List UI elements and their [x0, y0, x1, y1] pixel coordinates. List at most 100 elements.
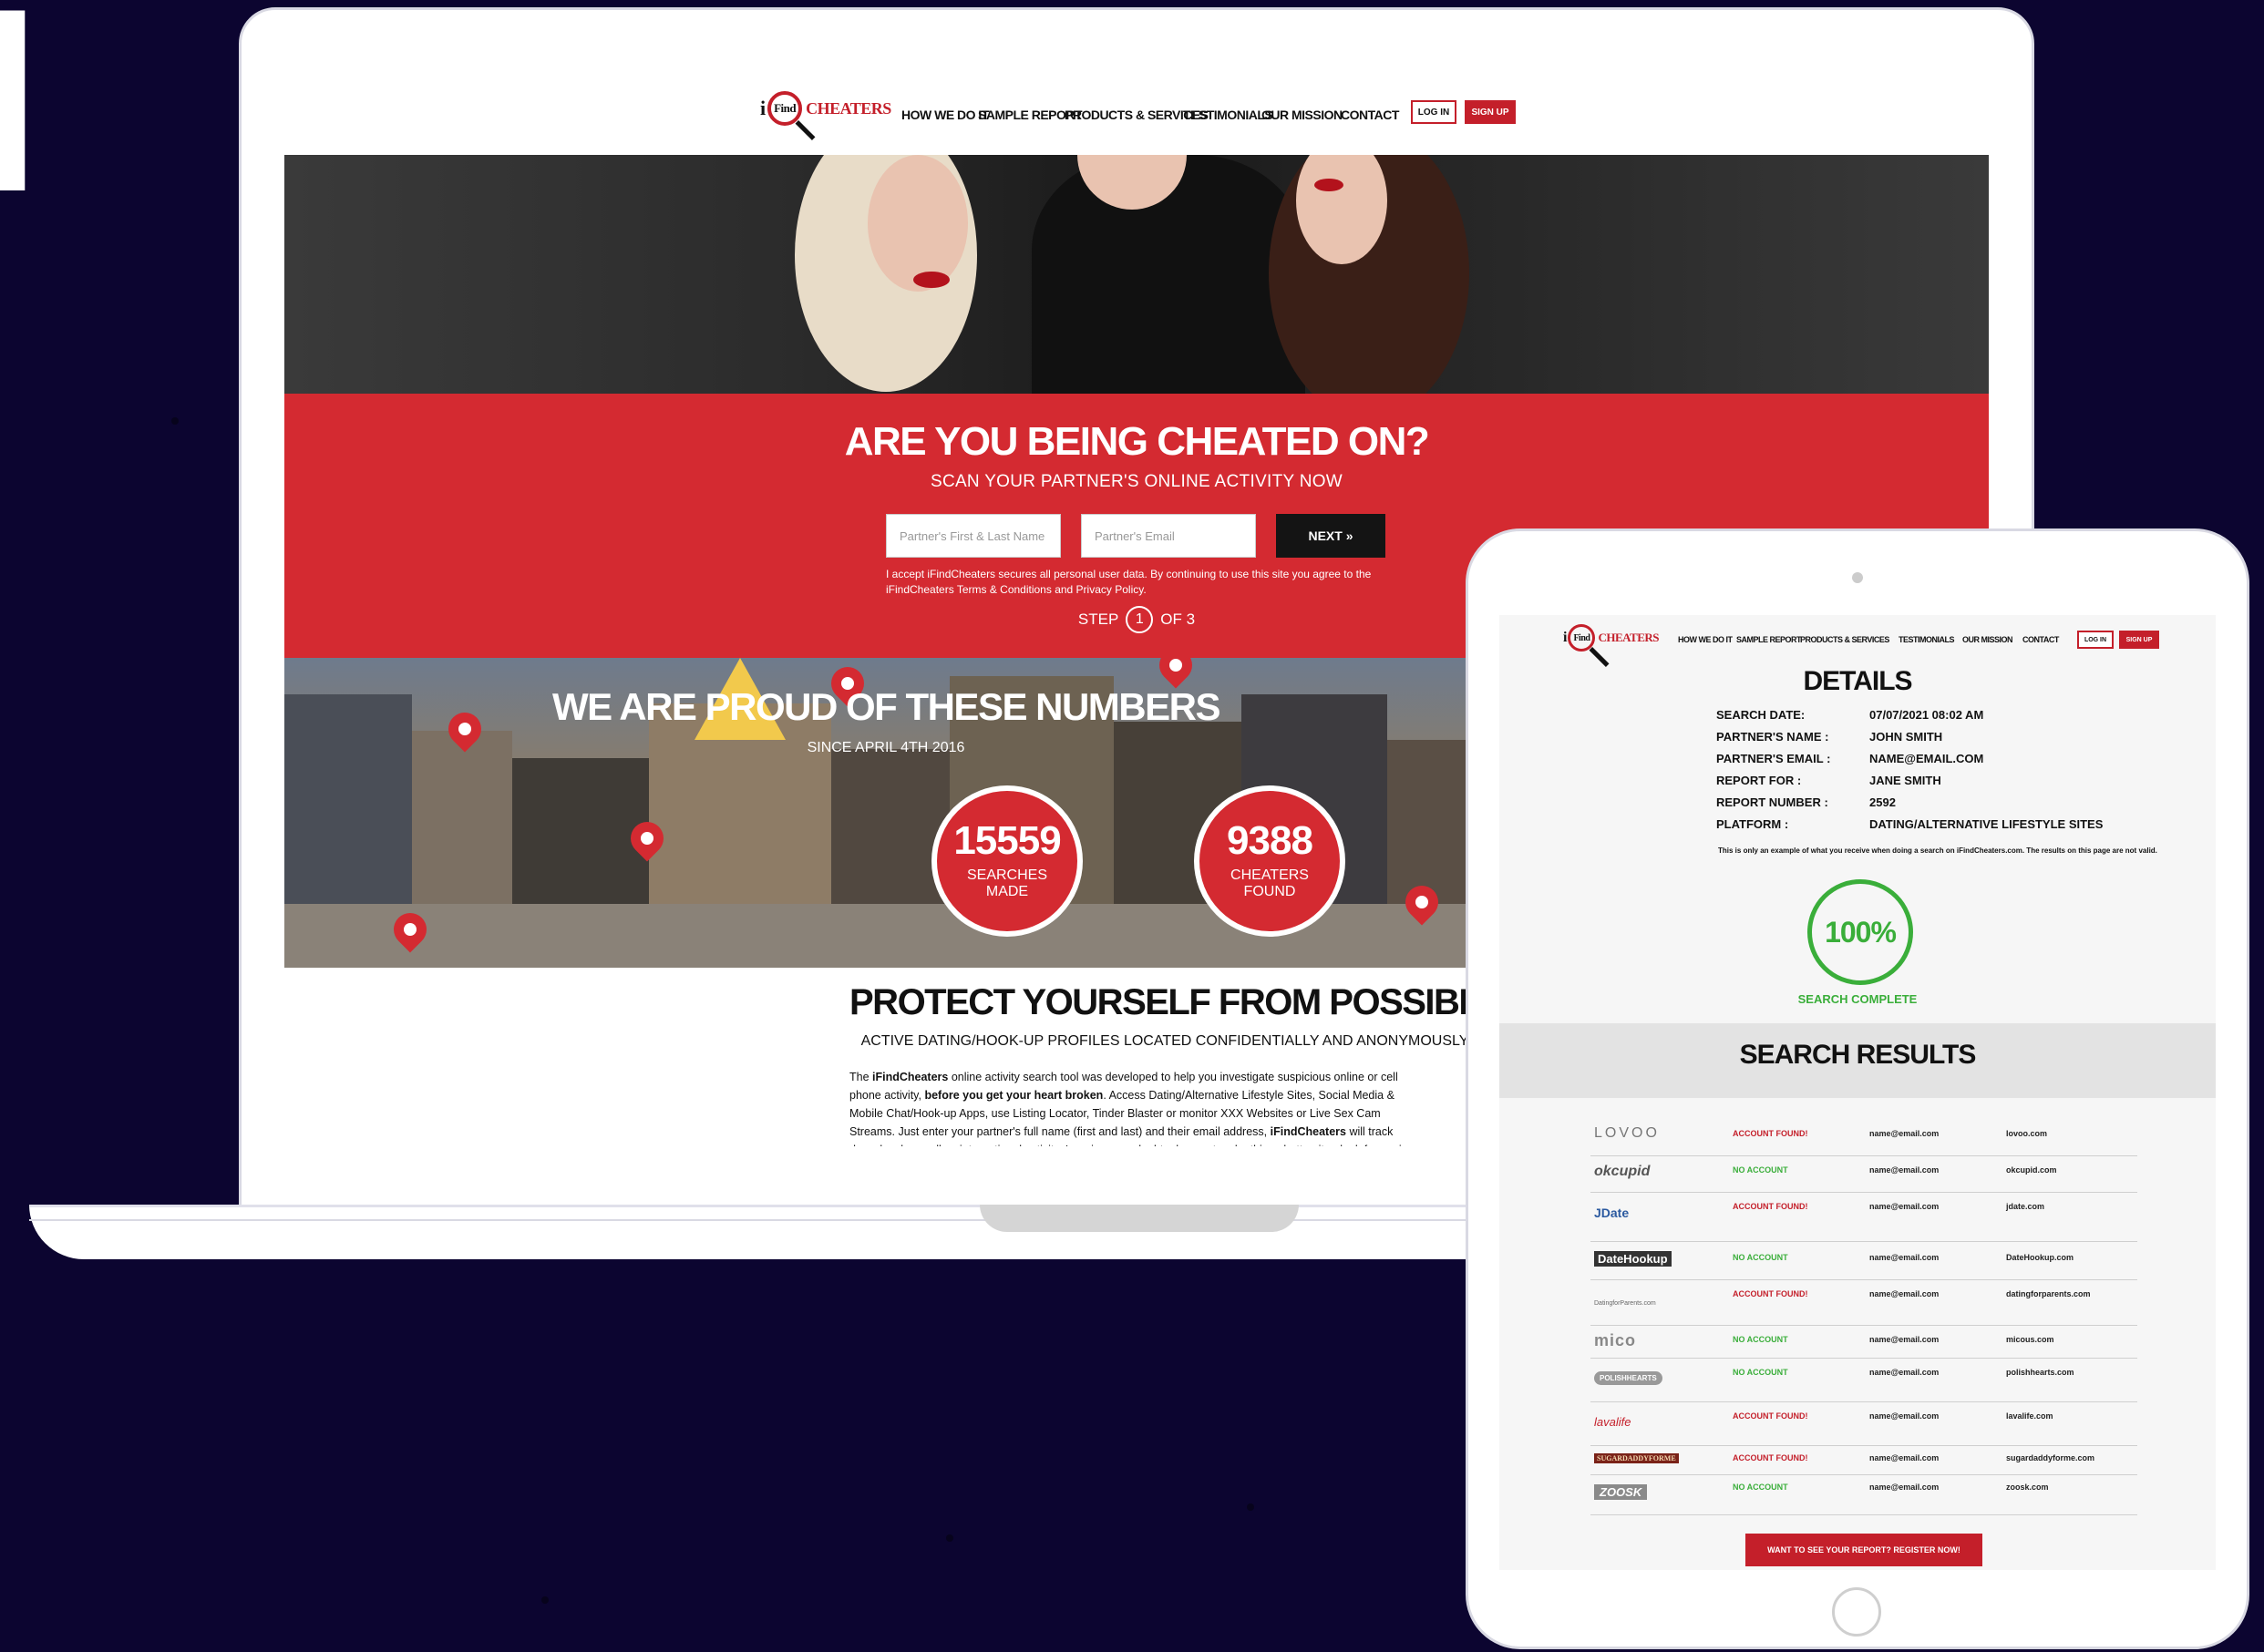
protect-title: PROTECT YOURSELF FROM POSSIBLE CHEATERS [849, 982, 1700, 1022]
detail-value-report-for: JANE SMITH [1869, 774, 1941, 787]
result-logo: lavalife [1594, 1415, 1631, 1429]
result-status: NO ACCOUNT [1733, 1165, 1788, 1175]
result-status: NO ACCOUNT [1733, 1335, 1788, 1344]
desktop-nav: i Find CHEATERS HOW WE DO IT SAMPLE REPO… [284, 87, 1989, 142]
result-status: ACCOUNT FOUND! [1733, 1453, 1808, 1462]
result-logo: LOVOO [1594, 1125, 1660, 1141]
search-complete-label: SEARCH COMPLETE [1797, 992, 1918, 1006]
result-site: polishhearts.com [2006, 1368, 2074, 1377]
result-status: ACCOUNT FOUND! [1733, 1129, 1808, 1138]
detail-label-report-for: REPORT FOR : [1716, 774, 1802, 787]
register-now-button[interactable]: WANT TO SEE YOUR REPORT? REGISTER NOW! [1745, 1534, 1982, 1566]
logo-suffix: CHEATERS [806, 98, 891, 118]
result-row: JDate ACCOUNT FOUND! name@email.com jdat… [1590, 1193, 2137, 1242]
nav-contact[interactable]: CONTACT [2022, 635, 2059, 644]
desktop-logo[interactable]: i Find CHEATERS [760, 91, 891, 126]
result-email: name@email.com [1869, 1129, 1940, 1138]
result-email: name@email.com [1869, 1202, 1940, 1211]
result-row: lavalife ACCOUNT FOUND! name@email.com l… [1590, 1402, 2137, 1446]
numbers-section: WE ARE PROUD OF THESE NUMBERS SINCE APRI… [284, 658, 1487, 968]
result-row: okcupid NO ACCOUNT name@email.com okcupi… [1590, 1156, 2137, 1193]
result-site: lovoo.com [2006, 1129, 2048, 1138]
result-status: ACCOUNT FOUND! [1733, 1289, 1808, 1298]
nav-how-we-do-it[interactable]: HOW WE DO IT [1678, 635, 1733, 644]
result-email: name@email.com [1869, 1483, 1940, 1492]
magnifier-icon: Find [767, 91, 803, 126]
detail-value-partner-name: JOHN SMITH [1869, 730, 1943, 744]
result-email: name@email.com [1869, 1165, 1940, 1175]
background-dot [946, 1534, 953, 1542]
protect-body: The iFindCheaters online activity search… [849, 1068, 1415, 1146]
hero-subtitle: SCAN YOUR PARTNER'S ONLINE ACTIVITY NOW [930, 472, 1343, 491]
signup-button[interactable]: SIGN UP [1465, 100, 1516, 124]
numbers-subtitle: SINCE APRIL 4TH 2016 [807, 740, 965, 755]
hero-photo-face-left [868, 155, 968, 292]
numbers-title: WE ARE PROUD OF THESE NUMBERS [552, 685, 1220, 728]
background-glyph: l [0, 0, 46, 247]
protect-subtitle: ACTIVE DATING/HOOK-UP PROFILES LOCATED C… [860, 1033, 1469, 1049]
map-pin-icon [1152, 658, 1199, 689]
tablet-logo[interactable]: i Find CHEATERS [1563, 624, 1660, 652]
signup-button[interactable]: SIGN UP [2119, 631, 2159, 649]
result-logo: JDate [1594, 1206, 1630, 1220]
laptop-notch [980, 1205, 1299, 1232]
logo-prefix: i [760, 97, 767, 119]
result-email: name@email.com [1869, 1453, 1940, 1462]
search-results-title: SEARCH RESULTS [1739, 1040, 1977, 1070]
nav-products-services[interactable]: PRODUCTS & SERVICES [1800, 635, 1889, 644]
result-site: okcupid.com [2006, 1165, 2057, 1175]
partner-name-input[interactable]: Partner's First & Last Name [886, 514, 1061, 558]
partner-email-input[interactable]: Partner's Email [1081, 514, 1256, 558]
result-email: name@email.com [1869, 1253, 1940, 1262]
protect-body-brand: iFindCheaters [872, 1071, 949, 1083]
result-site: datingforparents.com [2006, 1289, 2091, 1298]
next-button[interactable]: NEXT » [1276, 514, 1385, 558]
protect-body-brand: iFindCheaters [1270, 1125, 1346, 1138]
result-email: name@email.com [1869, 1368, 1940, 1377]
nav-contact[interactable]: CONTACT [1341, 108, 1399, 122]
background-dot [541, 1596, 549, 1604]
result-email: name@email.com [1869, 1289, 1940, 1298]
step-prefix: STEP [1077, 611, 1119, 628]
login-button[interactable]: LOG IN [2077, 631, 2114, 649]
logo-suffix: CHEATERS [1598, 631, 1660, 644]
detail-label-partner-email: PARTNER'S EMAIL : [1716, 752, 1831, 765]
result-row: DatingforParents.com ACCOUNT FOUND! name… [1590, 1280, 2137, 1326]
detail-label-platform: PLATFORM : [1716, 817, 1789, 831]
result-status: ACCOUNT FOUND! [1733, 1411, 1808, 1421]
nav-how-we-do-it[interactable]: HOW WE DO IT [901, 108, 989, 122]
detail-label-search-date: SEARCH DATE: [1716, 708, 1806, 722]
logo-ring-text: Find [1573, 632, 1590, 643]
searches-label-2: MADE [985, 883, 1029, 899]
result-site: zoosk.com [2006, 1483, 2049, 1492]
nav-sample-report[interactable]: SAMPLE REPORT [1736, 635, 1802, 644]
result-logo: POLISHHEARTS [1594, 1371, 1662, 1385]
nav-our-mission[interactable]: OUR MISSION [1962, 635, 2013, 644]
detail-value-platform: DATING/ALTERNATIVE LIFESTYLE SITES [1869, 817, 2104, 831]
result-logo: mico [1594, 1331, 1637, 1349]
detail-value-search-date: 07/07/2021 08:02 AM [1869, 708, 1984, 722]
result-logo: ZOOSK [1594, 1484, 1648, 1500]
protect-body-text: The [849, 1071, 873, 1083]
hero-photo [284, 155, 1989, 394]
login-button[interactable]: LOG IN [1411, 100, 1456, 124]
nav-testimonials[interactable]: TESTIMONIALS [1183, 108, 1273, 122]
result-status: NO ACCOUNT [1733, 1483, 1788, 1492]
nav-our-mission[interactable]: OUR MISSION [1261, 108, 1343, 122]
result-row: ZOOSK NO ACCOUNT name@email.com zoosk.co… [1590, 1475, 2137, 1515]
tablet-sample-report: i Find CHEATERS HOW WE DO IT SAMPLE REPO… [1499, 615, 2216, 1570]
result-logo: DatingforParents.com [1594, 1300, 1656, 1307]
step-number: 1 [1126, 606, 1154, 633]
background-dot [171, 417, 179, 425]
searches-made-stat: 15559 SEARCHES MADE [931, 785, 1083, 937]
result-logo: okcupid [1594, 1164, 1651, 1179]
result-status: NO ACCOUNT [1733, 1253, 1788, 1262]
details-title: DETAILS [1803, 666, 1912, 696]
protect-body-emphasis: before you get your heart broken [924, 1089, 1104, 1102]
consent-text: I accept iFindCheaters secures all perso… [886, 568, 1372, 596]
magnifier-icon: Find [1568, 624, 1596, 652]
result-email: name@email.com [1869, 1411, 1940, 1421]
background-dot [1247, 1503, 1254, 1511]
nav-testimonials[interactable]: TESTIMONIALS [1899, 635, 1955, 644]
result-status: NO ACCOUNT [1733, 1368, 1788, 1377]
